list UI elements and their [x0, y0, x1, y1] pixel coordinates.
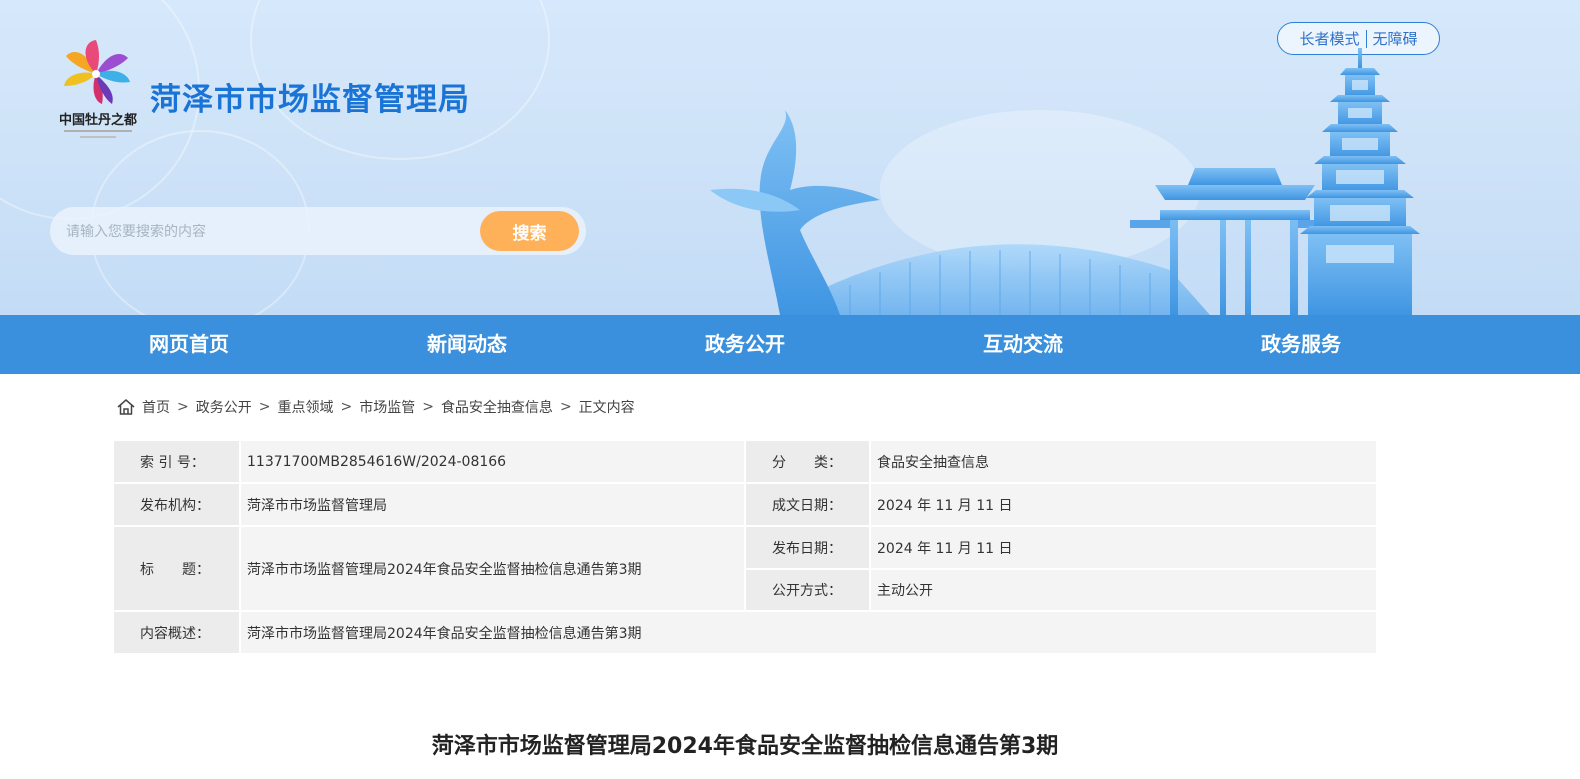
written-date-label: 成文日期： — [746, 484, 869, 525]
peony-logo-icon: 中国牡丹之都 — [59, 40, 137, 138]
publish-date-label: 发布日期： — [746, 527, 869, 568]
search-button[interactable]: 搜索 — [480, 211, 579, 251]
publish-date-value: 2024 年 11 月 11 日 — [871, 527, 1376, 568]
document-meta-table: 索 引 号： 11371700MB2854616W/2024-08166 分 类… — [114, 441, 1376, 653]
category-value: 食品安全抽查信息 — [871, 441, 1376, 482]
breadcrumb-government-affairs[interactable]: 政务公开 — [196, 397, 252, 417]
summary-value: 菏泽市市场监督管理局2024年食品安全监督抽检信息通告第3期 — [241, 612, 1376, 653]
logo-text: 中国牡丹之都 — [59, 112, 137, 127]
nav-item-government-affairs[interactable]: 政务公开 — [705, 315, 785, 374]
written-date-value: 2024 年 11 月 11 日 — [871, 484, 1376, 525]
breadcrumb-current: 正文内容 — [578, 400, 635, 416]
city-landmark-illustration — [710, 48, 1420, 315]
nav-item-home[interactable]: 网页首页 — [149, 315, 229, 374]
index-value: 11371700MB2854616W/2024-08166 — [241, 441, 744, 482]
home-icon[interactable] — [116, 397, 136, 417]
breadcrumb-separator: > — [559, 399, 572, 415]
nav-item-news[interactable]: 新闻动态 — [427, 315, 507, 374]
breadcrumb-separator: > — [177, 399, 189, 415]
article-title: 菏泽市市场监督管理局2024年食品安全监督抽检信息通告第3期 — [431, 734, 1059, 759]
breadcrumb: 首页 > 政务公开 > 重点领域 > 市场监管 > 食品安全抽查信息 > 正文内… — [116, 396, 635, 418]
title-label: 标 题： — [114, 527, 239, 610]
nav-item-services[interactable]: 政务服务 — [1261, 315, 1341, 374]
search-input[interactable] — [66, 219, 466, 243]
breadcrumb-market-supervision[interactable]: 市场监管 — [359, 397, 415, 417]
index-label: 索 引 号： — [114, 441, 239, 482]
nav-item-interaction[interactable]: 互动交流 — [983, 315, 1063, 374]
breadcrumb-food-safety[interactable]: 食品安全抽查信息 — [441, 397, 553, 417]
main-nav: 网页首页 新闻动态 政务公开 互动交流 政务服务 — [0, 315, 1580, 374]
site-title: 菏泽市市场监督管理局 — [150, 82, 470, 118]
summary-label: 内容概述： — [114, 612, 239, 653]
search-bar: 搜索 — [50, 207, 586, 255]
disclosure-value: 主动公开 — [871, 570, 1376, 610]
publisher-value: 菏泽市市场监督管理局 — [241, 484, 744, 525]
title-value: 菏泽市市场监督管理局2024年食品安全监督抽检信息通告第3期 — [241, 527, 744, 610]
category-label: 分 类： — [746, 441, 869, 482]
breadcrumb-separator: > — [422, 399, 434, 415]
header-banner: 中国牡丹之都 菏泽市市场监督管理局 长者模式 无障碍 搜索 — [0, 0, 1580, 315]
breadcrumb-key-areas[interactable]: 重点领域 — [277, 397, 333, 417]
breadcrumb-home[interactable]: 首页 — [142, 397, 170, 417]
disclosure-label: 公开方式： — [746, 570, 869, 610]
publisher-label: 发布机构： — [114, 484, 239, 525]
breadcrumb-separator: > — [258, 399, 271, 415]
breadcrumb-separator: > — [340, 399, 353, 415]
